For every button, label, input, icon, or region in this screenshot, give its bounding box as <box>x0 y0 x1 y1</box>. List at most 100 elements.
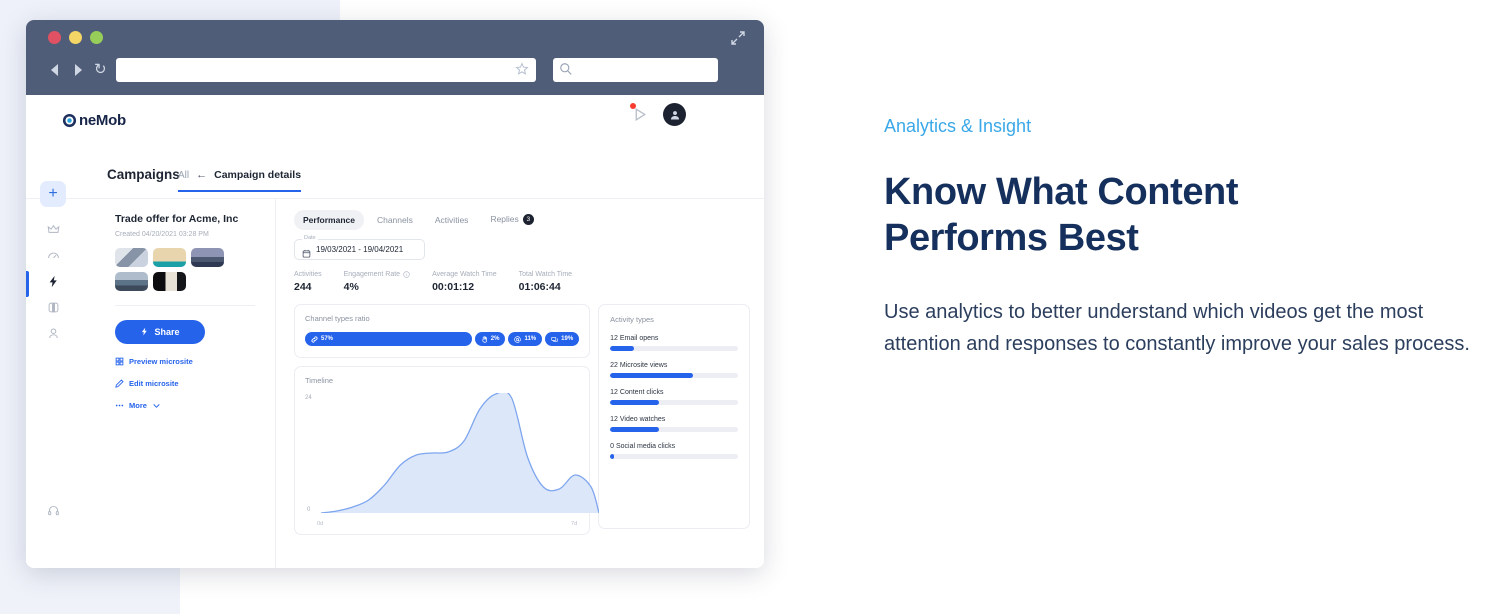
preview-microsite-link[interactable]: Preview microsite <box>115 357 255 366</box>
date-range-value: 19/03/2021 - 19/04/2021 <box>316 245 404 255</box>
header-actions <box>630 103 686 126</box>
page-root: ↻ neMob Campaigns All ← Campaign details… <box>0 0 1500 614</box>
reload-icon[interactable]: ↻ <box>94 62 107 77</box>
analytics-content: Performance Channels Activities Replies 3… <box>276 199 764 568</box>
sidebar-item-library[interactable] <box>40 297 66 323</box>
tab-replies[interactable]: Replies 3 <box>481 209 542 230</box>
thumbnail-item[interactable] <box>115 248 148 267</box>
browser-search-bar[interactable] <box>552 58 718 82</box>
back-arrow-icon[interactable] <box>48 63 62 77</box>
chevron-down-icon <box>152 401 161 410</box>
star-icon[interactable] <box>514 62 529 77</box>
sidebar-item-crown[interactable] <box>40 219 66 245</box>
replies-count-badge: 3 <box>522 214 534 226</box>
timeline-title: Timeline <box>305 376 334 386</box>
sidebar-item-contacts[interactable] <box>40 323 66 349</box>
ratio-segment-label: 2% <box>490 336 500 343</box>
x-axis-start-label: 0d <box>317 521 324 528</box>
analytics-panels: Channel types ratio 57% 2% 11% 19% Timel… <box>294 304 750 536</box>
onemob-logo-icon <box>62 113 77 128</box>
primary-nav-row: Campaigns All ← Campaign details <box>26 167 764 199</box>
activity-label: 22 Microsite views <box>610 362 668 370</box>
tab-channels[interactable]: Channels <box>368 210 422 230</box>
activity-label: 12 Video watches <box>610 416 666 424</box>
sidebar-item-campaigns[interactable] <box>40 271 66 297</box>
tab-activities[interactable]: Activities <box>426 210 478 230</box>
app-viewport: neMob Campaigns All ← Campaign details +… <box>26 95 764 568</box>
close-window-button[interactable] <box>48 31 61 44</box>
browser-window: ↻ neMob Campaigns All ← Campaign details… <box>26 20 764 568</box>
edit-microsite-label: Edit microsite <box>129 379 179 388</box>
thumbnail-item[interactable] <box>153 272 186 291</box>
eyebrow-text: Analytics & Insight <box>884 116 1032 136</box>
app-logo[interactable]: neMob <box>62 112 126 129</box>
calendar-icon <box>302 245 311 258</box>
info-icon[interactable] <box>403 271 410 278</box>
stat-value: 244 <box>294 281 312 294</box>
ratio-segment-label: 11% <box>524 336 537 343</box>
back-arrow-icon[interactable]: ← <box>196 169 207 181</box>
ellipsis-icon <box>115 401 124 410</box>
activity-types-title: Activity types <box>610 315 654 325</box>
stat-label: Engagement Rate <box>343 271 401 279</box>
activity-item: 12 Video watches <box>610 416 738 433</box>
share-button[interactable]: Share <box>115 320 205 344</box>
window-controls[interactable] <box>48 31 103 44</box>
headset-icon <box>47 504 60 522</box>
activity-label: 0 Social media clicks <box>610 443 676 451</box>
sidebar-item-support[interactable] <box>40 500 66 526</box>
minimize-window-button[interactable] <box>69 31 82 44</box>
edit-microsite-link[interactable]: Edit microsite <box>115 379 255 388</box>
date-range-picker[interactable]: Date 19/03/2021 - 19/04/2021 <box>294 235 425 261</box>
left-column: Channel types ratio 57% 2% 11% 19% Timel… <box>294 304 599 536</box>
thumbnail-item[interactable] <box>115 272 148 291</box>
maximize-window-button[interactable] <box>90 31 103 44</box>
thumbnail-item[interactable] <box>153 248 186 267</box>
activity-types-card: Activity types 12 Email opens 22 Microsi… <box>598 304 750 530</box>
stat-activities: Activities 244 <box>294 271 322 293</box>
more-actions-link[interactable]: More <box>115 401 255 410</box>
timeline-card: Timeline 24 0 0d 7d <box>294 366 599 536</box>
lightning-icon <box>47 275 60 293</box>
browser-nav-row: ↻ <box>48 58 750 82</box>
page-title: Know What Content Performs Best <box>884 169 1484 262</box>
expand-icon[interactable] <box>730 30 746 46</box>
url-bar[interactable] <box>115 58 536 82</box>
forward-arrow-icon[interactable] <box>71 63 85 77</box>
preview-microsite-label: Preview microsite <box>129 357 193 366</box>
add-button[interactable]: + <box>40 181 66 207</box>
thumbnail-item[interactable] <box>191 248 224 267</box>
more-actions-label: More <box>129 401 147 410</box>
stat-label: Total Watch Time <box>518 271 573 279</box>
ratio-segment-label: 19% <box>561 336 574 343</box>
channel-ratio-bar: 57% 2% 11% 19% <box>305 332 580 347</box>
ratio-segment-link[interactable]: 57% <box>305 332 472 347</box>
lightning-icon <box>140 327 149 338</box>
tab-performance[interactable]: Performance <box>294 209 364 230</box>
grid-icon <box>115 357 124 366</box>
pencil-icon <box>115 379 124 388</box>
active-indicator <box>26 271 29 297</box>
stat-average-watch-time: Average Watch Time 00:01:12 <box>432 271 497 293</box>
breadcrumb-all[interactable]: All <box>178 170 189 181</box>
nav-campaigns-title: Campaigns <box>107 167 180 182</box>
breadcrumb-campaign-details: Campaign details <box>214 169 302 181</box>
activity-track <box>610 427 738 433</box>
sidebar-item-dashboard[interactable] <box>40 245 66 271</box>
share-button-label: Share <box>154 327 180 337</box>
x-axis-end-label: 7d <box>571 521 578 528</box>
user-avatar[interactable] <box>663 103 686 126</box>
divider <box>115 305 255 306</box>
ratio-segment-hand[interactable]: 2% <box>474 332 506 347</box>
analytics-tabs: Performance Channels Activities Replies 3 <box>294 209 750 230</box>
campaign-title: Trade offer for Acme, Inc <box>115 213 239 225</box>
ratio-segment-email[interactable]: 11% <box>508 332 543 347</box>
link-icon <box>311 336 318 343</box>
ratio-segment-message[interactable]: 19% <box>545 332 580 347</box>
timeline-chart: 24 0 0d 7d <box>305 389 599 529</box>
breadcrumb[interactable]: All ← Campaign details <box>178 169 302 192</box>
activity-fill <box>610 400 659 406</box>
app-logo-text: neMob <box>79 112 126 129</box>
notification-icon[interactable] <box>630 103 649 123</box>
activity-fill <box>610 427 659 433</box>
